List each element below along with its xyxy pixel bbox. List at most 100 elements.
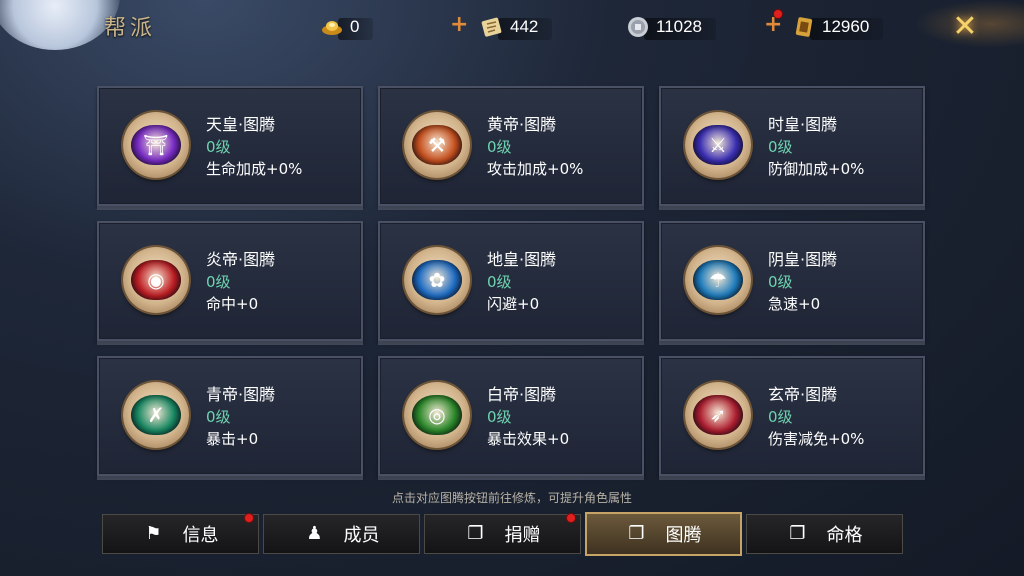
resource-token: 12960 — [792, 14, 884, 40]
totem-emblem-icon[interactable]: ◎ — [404, 382, 470, 448]
page-title: 帮派 — [104, 16, 157, 41]
totem-name: 黄帝·图腾 — [487, 115, 557, 134]
totem-card[interactable]: ⚒ 黄帝·图腾 0级攻击加成+0% — [378, 86, 644, 210]
totem-core: ✗ — [131, 395, 181, 435]
totem-info: 炎帝·图腾 0级命中+0 — [206, 249, 275, 315]
totem-name: 天皇·图腾 — [206, 115, 276, 134]
totem-name: 时皇·图腾 — [768, 115, 838, 134]
coin-value: 11028 — [656, 17, 703, 36]
totem-attribute: 伤害减免+0% — [768, 430, 865, 448]
book-icon: ❐ — [467, 523, 484, 544]
add-scroll-button[interactable]: + — [450, 12, 468, 37]
notification-dot — [773, 9, 783, 19]
totem-attribute: 攻击加成+0% — [487, 160, 584, 178]
totem-core: ⛩ — [131, 125, 181, 165]
bottom-tabs: ⚑ 信息 ♟ 成员 ❐ 捐赠 ❐ 图腾 ❐ 命格 — [102, 512, 903, 556]
totem-level: 0级 — [206, 273, 231, 291]
totem-name: 玄帝·图腾 — [768, 385, 838, 404]
totem-level: 0级 — [768, 408, 793, 426]
tab-2[interactable]: ❐ 捐赠 — [424, 513, 581, 554]
tab-label: 捐赠 — [504, 525, 541, 546]
moon-decoration — [0, 0, 120, 50]
totem-card[interactable]: ◎ 白帝·图腾 0级暴击效果+0 — [378, 356, 644, 480]
totem-level: 0级 — [206, 138, 231, 156]
totem-core: ◎ — [412, 395, 462, 435]
totem-info: 天皇·图腾 0级生命加成+0% — [206, 114, 302, 180]
silver-coin-icon — [626, 15, 650, 39]
tab-label: 成员 — [343, 525, 380, 546]
totem-level: 0级 — [768, 138, 793, 156]
gold-value: 0 — [350, 17, 360, 36]
book-icon: ❐ — [789, 523, 806, 544]
totem-emblem-icon[interactable]: ◉ — [123, 247, 189, 313]
gold-token-icon — [792, 15, 816, 39]
totem-info: 青帝·图腾 0级暴击+0 — [206, 384, 275, 450]
totem-core: ⚒ — [412, 125, 462, 165]
tab-label: 命格 — [826, 525, 863, 546]
totem-card[interactable]: ⛩ 天皇·图腾 0级生命加成+0% — [97, 86, 363, 210]
tab-0[interactable]: ⚑ 信息 — [102, 513, 259, 554]
totem-attribute: 闪避+0 — [487, 295, 540, 313]
totem-card[interactable]: ✗ 青帝·图腾 0级暴击+0 — [97, 356, 363, 480]
gold-ingot-icon — [320, 15, 344, 39]
totem-emblem-icon[interactable]: ⚔ — [685, 112, 751, 178]
totem-attribute: 急速+0 — [768, 295, 821, 313]
totem-grid: ⛩ 天皇·图腾 0级 生命加成+0% ⚒ 黄帝·图腾 0级 攻击加成+0% ⚔ 时皇·图腾 0级 防御… — [97, 86, 927, 480]
totem-card[interactable]: ➶ 玄帝·图腾 0级伤害减免+0% — [659, 356, 925, 480]
member-icon: ♟ — [306, 523, 323, 544]
totem-card[interactable]: ◉ 炎帝·图腾 0级命中+0 — [97, 221, 363, 345]
tab-label: 图腾 — [665, 525, 702, 546]
totem-core: ⚔ — [693, 125, 743, 165]
totem-info: 地皇·图腾 0级闪避+0 — [487, 249, 556, 315]
tab-3[interactable]: ❐ 图腾 — [585, 512, 742, 556]
totem-card[interactable]: ✿ 地皇·图腾 0级闪避+0 — [378, 221, 644, 345]
totem-emblem-icon[interactable]: ✗ — [123, 382, 189, 448]
scroll-value: 442 — [510, 17, 539, 36]
notification-dot — [244, 513, 254, 523]
hint-text: 点击对应图腾按钮前往修炼，可提升角色属性 — [391, 491, 632, 505]
totem-level: 0级 — [206, 408, 231, 426]
totem-name: 炎帝·图腾 — [206, 250, 276, 269]
resource-scroll: 442 — [480, 14, 553, 40]
totem-attribute: 防御加成+0% — [768, 160, 865, 178]
totem-attribute: 暴击效果+0 — [487, 430, 570, 448]
totem-info: 时皇·图腾 0级防御加成+0% — [768, 114, 864, 180]
totem-info: 玄帝·图腾 0级伤害减免+0% — [768, 384, 864, 450]
totem-card[interactable]: ☂ 阴皇·图腾 0级急速+0 — [659, 221, 925, 345]
totem-name: 地皇·图腾 — [487, 250, 557, 269]
totem-level: 0级 — [487, 273, 512, 291]
totem-emblem-icon[interactable]: ⚒ — [404, 112, 470, 178]
totem-level: 0级 — [487, 138, 512, 156]
totem-attribute: 命中+0 — [206, 295, 259, 313]
totem-level: 0级 — [768, 273, 793, 291]
totem-core: ✿ — [412, 260, 462, 300]
totem-core: ☂ — [693, 260, 743, 300]
scroll-icon — [480, 15, 504, 39]
totem-core: ◉ — [131, 260, 181, 300]
tab-4[interactable]: ❐ 命格 — [746, 514, 903, 554]
totem-info: 白帝·图腾 0级暴击效果+0 — [487, 384, 569, 450]
totem-core: ➶ — [693, 395, 743, 435]
totem-card[interactable]: ⚔ 时皇·图腾 0级防御加成+0% — [659, 86, 925, 210]
tab-label: 信息 — [182, 525, 219, 546]
totem-attribute: 生命加成+0% — [206, 160, 303, 178]
totem-name: 阴皇·图腾 — [768, 250, 838, 269]
totem-info: 黄帝·图腾 0级攻击加成+0% — [487, 114, 583, 180]
notification-dot — [566, 513, 576, 523]
tab-1[interactable]: ♟ 成员 — [263, 514, 420, 554]
resource-coin: 11028 — [626, 14, 717, 40]
totem-name: 白帝·图腾 — [487, 385, 557, 404]
book-icon: ❐ — [628, 523, 645, 544]
totem-level: 0级 — [487, 408, 512, 426]
totem-attribute: 暴击+0 — [206, 430, 259, 448]
totem-emblem-icon[interactable]: ➶ — [685, 382, 751, 448]
totem-emblem-icon[interactable]: ✿ — [404, 247, 470, 313]
totem-info: 阴皇·图腾 0级急速+0 — [768, 249, 837, 315]
close-icon[interactable]: ✕ — [950, 12, 980, 42]
resource-gold: 0 — [320, 14, 374, 40]
flag-icon: ⚑ — [145, 523, 162, 544]
totem-emblem-icon[interactable]: ⛩ — [123, 112, 189, 178]
totem-name: 青帝·图腾 — [206, 385, 276, 404]
totem-emblem-icon[interactable]: ☂ — [685, 247, 751, 313]
token-value: 12960 — [822, 17, 870, 36]
